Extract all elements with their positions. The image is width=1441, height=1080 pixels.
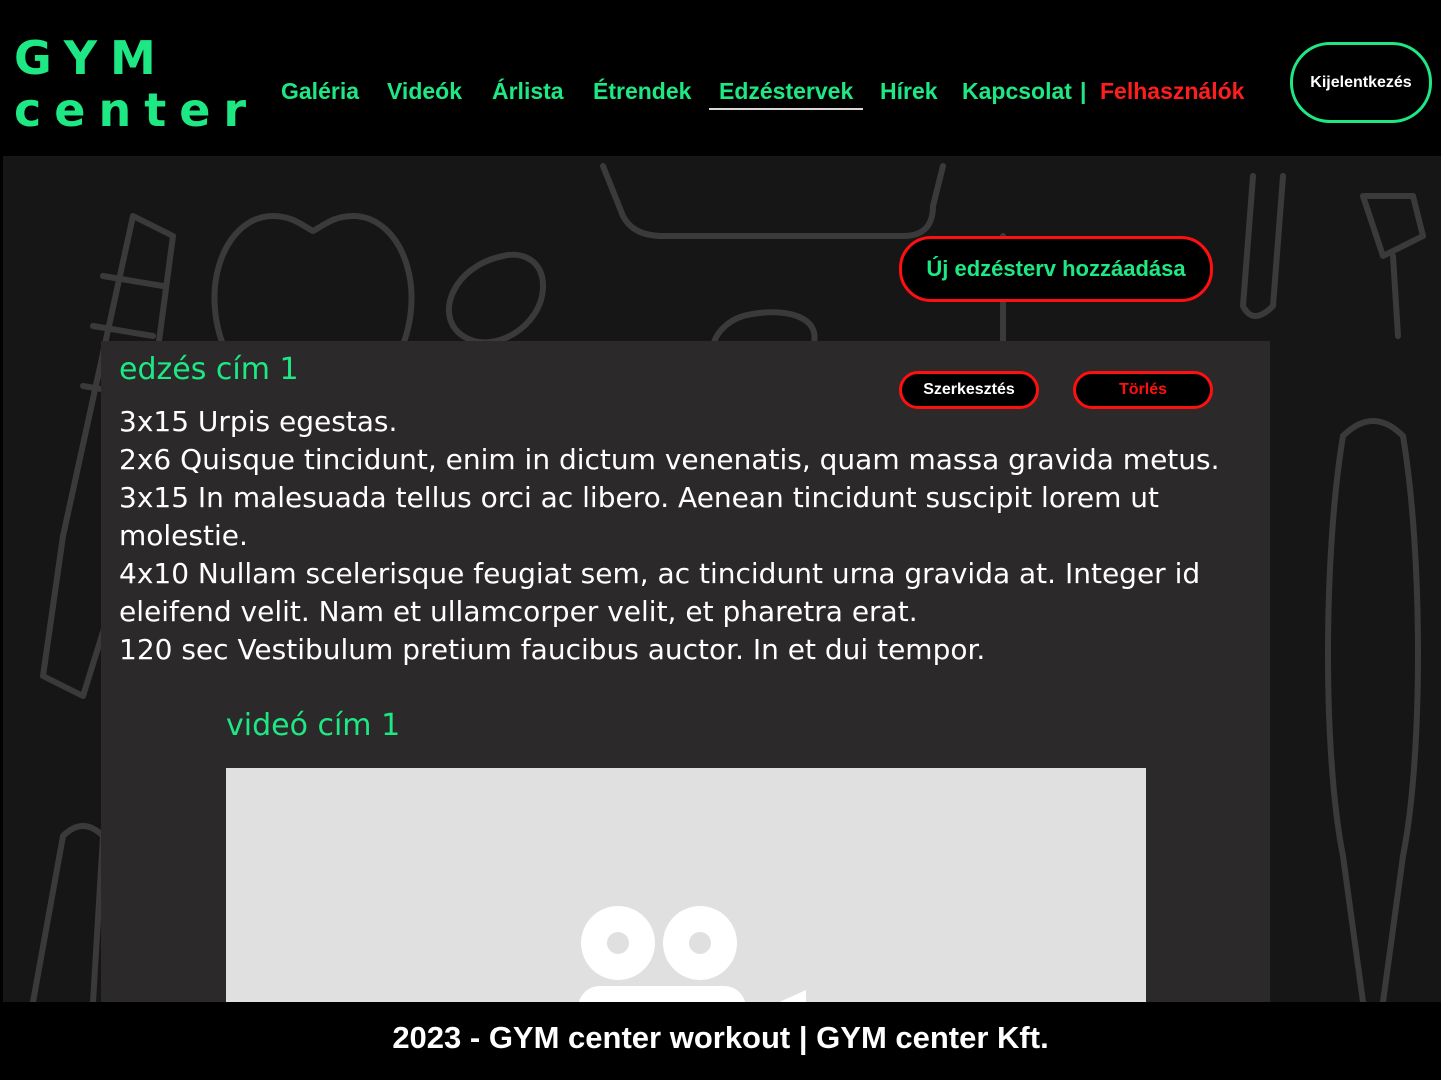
logo-line-2: center — [14, 83, 260, 137]
nav-item-edzestervek[interactable]: Edzéstervek — [709, 74, 864, 110]
nav-item-felhasznalok[interactable]: Felhasználók — [1100, 74, 1244, 108]
nav-item-etrendek[interactable]: Étrendek — [593, 74, 691, 108]
logout-button[interactable]: Kijelentkezés — [1290, 42, 1432, 123]
logo-line-1: GYM — [14, 31, 169, 85]
exercise-line: 3x15 Urpis egestas. — [119, 405, 398, 438]
header: GYM center Galéria Videók Árlista Étrend… — [0, 0, 1441, 156]
exercise-line: 4x10 Nullam scelerisque feugiat sem, ac … — [119, 557, 1201, 628]
add-workout-plan-button[interactable]: Új edzésterv hozzáadása — [899, 236, 1213, 302]
exercise-line: 120 sec Vestibulum pretium faucibus auct… — [119, 633, 986, 666]
nav-item-galeria[interactable]: Galéria — [281, 74, 359, 108]
workout-title: edzés cím 1 — [119, 352, 299, 387]
workout-description: 3x15 Urpis egestas. 2x6 Quisque tincidun… — [119, 403, 1239, 669]
nav-item-videok[interactable]: Videók — [387, 74, 462, 108]
nav-separator: | — [1080, 78, 1087, 104]
exercise-line: 3x15 In malesuada tellus orci ac libero.… — [119, 481, 1159, 552]
logo[interactable]: GYM center — [14, 32, 259, 136]
nav-item-hirek[interactable]: Hírek — [880, 74, 938, 108]
nav-item-arlista[interactable]: Árlista — [492, 74, 564, 108]
nav-item-kapcsolat[interactable]: Kapcsolat — [962, 74, 1072, 108]
exercise-line: 2x6 Quisque tincidunt, enim in dictum ve… — [119, 443, 1220, 476]
footer: 2023 - GYM center workout | GYM center K… — [0, 1002, 1441, 1080]
workout-card: edzés cím 1 Szerkesztés Törlés 3x15 Urpi… — [101, 341, 1270, 1068]
video-title: videó cím 1 — [226, 708, 401, 743]
page: GYM center Galéria Videók Árlista Étrend… — [0, 0, 1441, 1080]
